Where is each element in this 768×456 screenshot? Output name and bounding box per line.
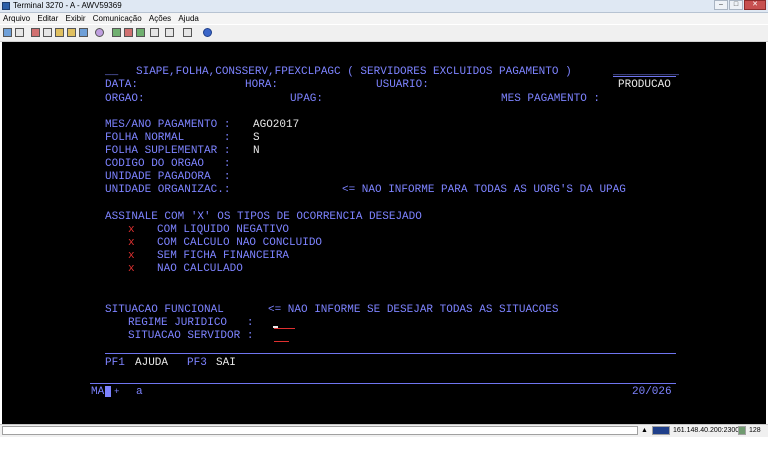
header-prefix: __ — [105, 66, 119, 78]
status-message-field — [2, 426, 638, 435]
folha-suplementar-field[interactable]: N — [253, 145, 260, 157]
producao-label: PRODUCAO — [618, 79, 671, 91]
hora-label: HORA: — [245, 79, 279, 91]
menu-bar: Arquivo Editar Exibir Comunicação Ações … — [0, 13, 768, 24]
situacao-servidor-label: SITUACAO SERVIDOR : — [128, 330, 254, 342]
status-bar: ▲ 161.148.40.200:23000 128 — [0, 424, 768, 437]
title-bar: Terminal 3270 - A - AWV59369 – □ ✕ — [0, 0, 768, 13]
session-number: 128 — [749, 427, 761, 434]
close-button[interactable]: ✕ — [744, 0, 766, 10]
text-cursor — [273, 326, 278, 328]
oia-plus: + — [114, 387, 120, 397]
terminal-screen[interactable]: __ SIAPE,FOLHA,CONSSERV,FPEXCLPAGC ( SER… — [2, 42, 766, 424]
connection-icon — [652, 426, 670, 435]
usuario-label: USUARIO: — [376, 79, 429, 91]
situacao-hint: <= NAO INFORME SE DESEJAR TODAS AS SITUA… — [268, 304, 559, 316]
paste-next-icon[interactable] — [67, 28, 76, 37]
menu-arquivo[interactable]: Arquivo — [3, 14, 30, 23]
upag-label: UPAG: — [290, 93, 324, 105]
folha-normal-field[interactable]: S — [253, 132, 260, 144]
scroll-up-icon[interactable]: ▲ — [641, 425, 648, 437]
screen-header-title: SIAPE,FOLHA,CONSSERV,FPEXCLPAGC ( SERVID… — [136, 66, 572, 78]
assinale-heading: ASSINALE COM 'X' OS TIPOS DE OCORRENCIA … — [105, 211, 422, 223]
menu-exibir[interactable]: Exibir — [66, 14, 86, 23]
regime-juridico-label: REGIME JURIDICO : — [128, 317, 254, 329]
toolbar — [0, 25, 768, 42]
mes-ano-label: MES/ANO PAGAMENTO : — [105, 119, 231, 131]
play-icon[interactable] — [136, 28, 145, 37]
occurrence-label: COM CALCULO NAO CONCLUIDO — [157, 237, 323, 249]
unidade-organizac-hint: <= NAO INFORME PARA TODAS AS UORG'S DA U… — [342, 184, 626, 196]
pf3-key[interactable]: PF3 — [187, 357, 207, 369]
print-icon[interactable] — [3, 28, 12, 37]
host-address: 161.148.40.200:23000 — [673, 427, 744, 434]
oia-status: MA — [91, 386, 105, 398]
occurrence-mark[interactable]: x — [128, 224, 135, 236]
menu-comunicacao[interactable]: Comunicação — [93, 14, 142, 23]
regime-juridico-field[interactable] — [274, 328, 295, 329]
mes-pagamento-label: MES PAGAMENTO : — [501, 93, 601, 105]
oia-cursor-block — [105, 386, 111, 397]
pf3-label: SAI — [216, 357, 236, 369]
minimize-button[interactable]: – — [714, 0, 728, 10]
occurrence-mark[interactable]: x — [128, 250, 135, 262]
folha-normal-label: FOLHA NORMAL : — [105, 132, 231, 144]
record-icon[interactable] — [112, 28, 121, 37]
keypad-icon[interactable] — [150, 28, 159, 37]
menu-editar[interactable]: Editar — [37, 14, 58, 23]
situacao-servidor-field[interactable] — [274, 341, 289, 342]
situacao-funcional-label: SITUACAO FUNCIONAL — [105, 304, 224, 316]
macro-icon[interactable] — [95, 28, 104, 37]
unidade-organizac-label: UNIDADE ORGANIZAC.: — [105, 184, 231, 196]
occurrence-label: SEM FICHA FINANCEIRA — [157, 250, 290, 262]
select-all-icon[interactable] — [79, 28, 88, 37]
cut-icon[interactable] — [31, 28, 40, 37]
occurrence-label: NAO CALCULADO — [157, 263, 243, 275]
header-underline — [613, 76, 676, 77]
maximize-button[interactable]: □ — [729, 0, 743, 10]
oia-separator — [90, 383, 676, 384]
data-label: DATA: — [105, 79, 139, 91]
paste-icon[interactable] — [55, 28, 64, 37]
window-title: Terminal 3270 - A - AWV59369 — [13, 1, 122, 10]
mes-ano-field[interactable]: AGO2017 — [253, 119, 299, 131]
pf1-label: AJUDA — [135, 357, 169, 369]
stop-icon[interactable] — [124, 28, 133, 37]
transfer-icon[interactable] — [183, 28, 192, 37]
unidade-pagadora-label: UNIDADE PAGADORA : — [105, 171, 231, 183]
menu-ajuda[interactable]: Ajuda — [178, 14, 198, 23]
pf1-key[interactable]: PF1 — [105, 357, 125, 369]
folha-suplementar-label: FOLHA SUPLEMENTAR : — [105, 145, 231, 157]
bottom-area — [0, 437, 768, 456]
settings-icon[interactable] — [165, 28, 174, 37]
oia-input-mode: a — [136, 386, 143, 398]
menu-acoes[interactable]: Ações — [149, 14, 171, 23]
separator-line — [105, 353, 676, 354]
occurrence-label: COM LIQUIDO NEGATIVO — [157, 224, 290, 236]
window-controls: – □ ✕ — [714, 0, 766, 11]
help-icon[interactable] — [203, 28, 212, 37]
print-screen-icon[interactable] — [15, 28, 24, 37]
cursor-position: 20/026 — [632, 386, 672, 398]
terminal-app-icon — [2, 2, 10, 10]
occurrence-mark[interactable]: x — [128, 263, 135, 275]
keyboard-icon — [738, 426, 746, 435]
codigo-orgao-label: CODIGO DO ORGAO : — [105, 158, 231, 170]
copy-icon[interactable] — [43, 28, 52, 37]
orgao-label: ORGAO: — [105, 93, 145, 105]
occurrence-mark[interactable]: x — [128, 237, 135, 249]
